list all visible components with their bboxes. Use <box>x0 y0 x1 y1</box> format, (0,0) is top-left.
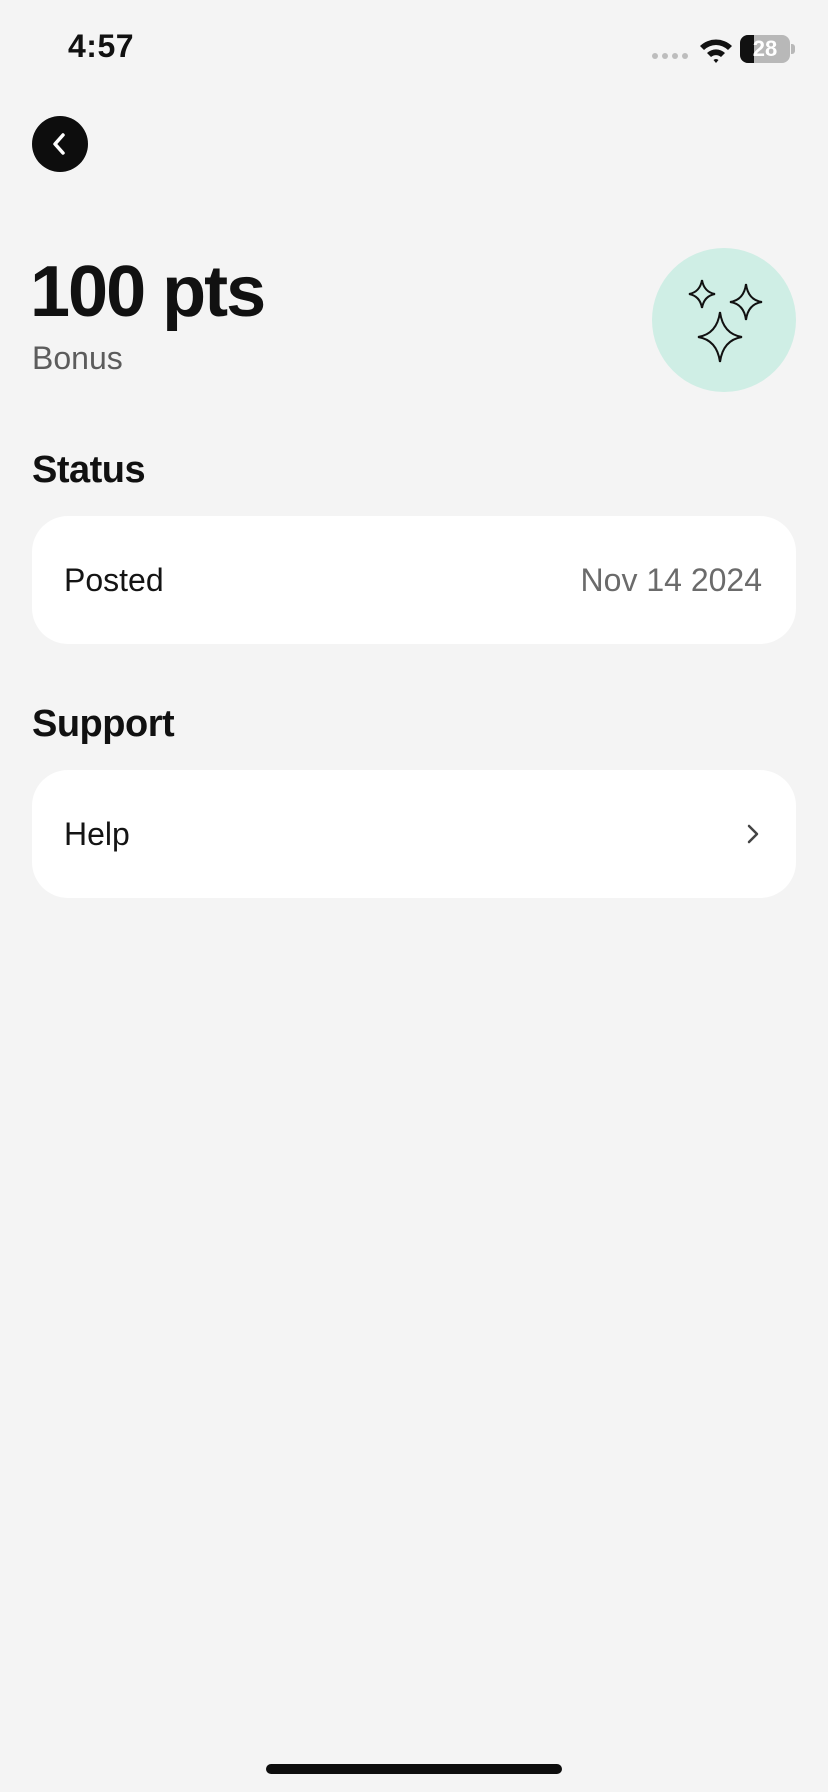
cellular-signal-icon <box>652 53 688 59</box>
status-time: 4:57 <box>68 28 135 64</box>
battery-cap <box>791 44 795 54</box>
battery-level: 28 <box>752 36 778 61</box>
status-bar: 4:57 28 <box>0 0 828 100</box>
support-heading: Support <box>32 703 175 745</box>
points-amount: 100 pts <box>30 252 266 332</box>
help-row[interactable]: Help <box>32 770 796 898</box>
chevron-left-icon <box>53 133 65 155</box>
help-label: Help <box>64 815 130 852</box>
home-indicator <box>266 1764 562 1774</box>
sparkle-badge <box>652 248 796 392</box>
wifi-icon <box>700 39 732 63</box>
status-label: Posted <box>64 561 164 598</box>
points-type: Bonus <box>32 340 123 376</box>
status-date: Nov 14 2024 <box>580 561 762 598</box>
chevron-right-icon <box>747 824 759 844</box>
sparkles-icon <box>688 279 763 363</box>
battery-icon: 28 <box>740 35 790 63</box>
status-heading: Status <box>32 449 146 491</box>
back-button[interactable] <box>32 116 88 172</box>
status-card: Posted Nov 14 2024 <box>32 516 796 644</box>
